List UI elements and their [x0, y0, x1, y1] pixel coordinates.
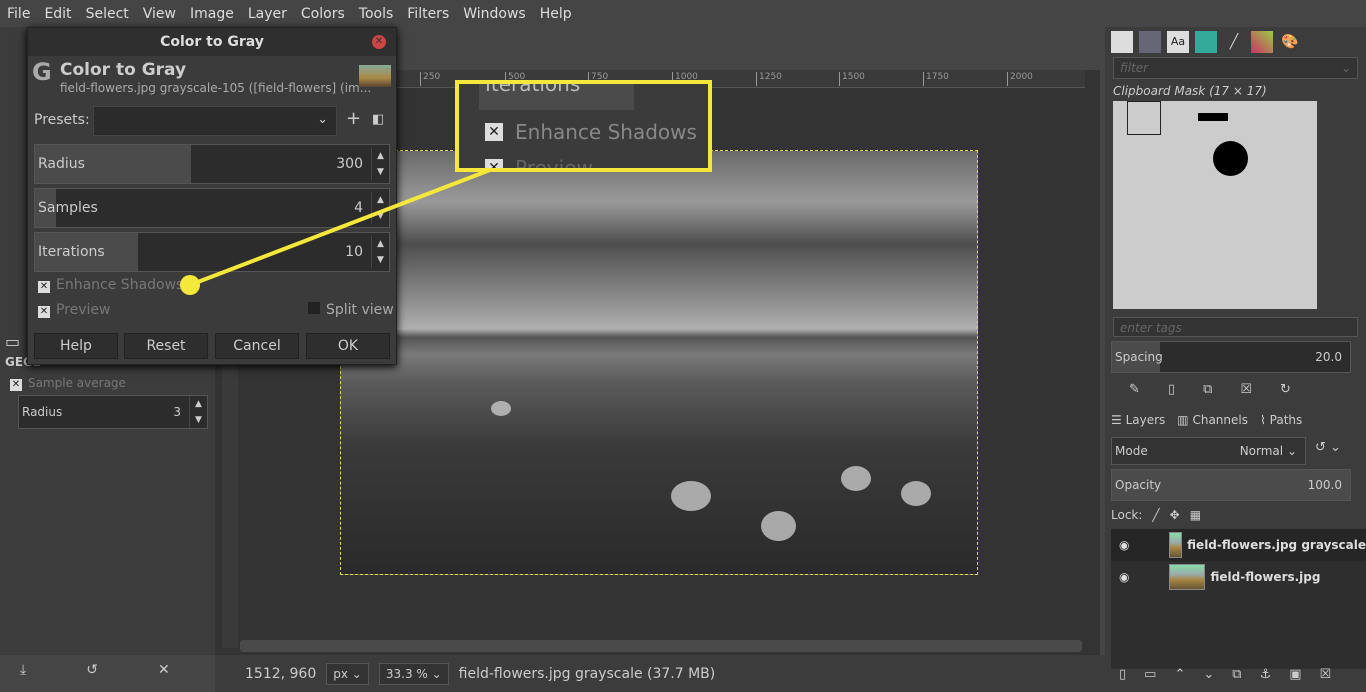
callout-preview: ✕ Preview [485, 156, 593, 172]
zoom-callout: Iterations ✕ Enhance Shadows ✕ Preview [455, 80, 712, 172]
callout-enhance-label: Enhance Shadows [515, 120, 697, 144]
callout-enhance-shadows: ✕ Enhance Shadows [485, 120, 697, 144]
callout-preview-label: Preview [515, 156, 593, 172]
callout-iterations: Iterations [479, 84, 634, 110]
